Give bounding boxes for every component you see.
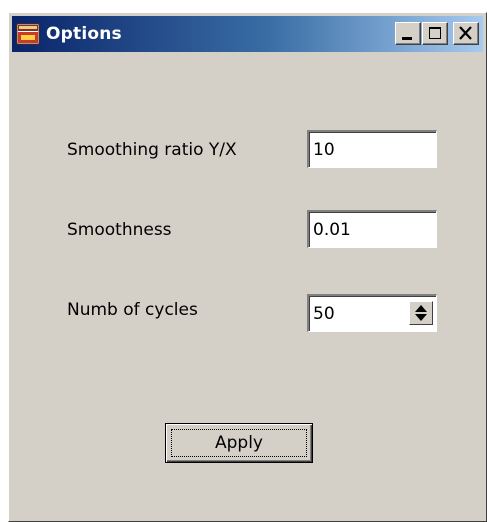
cycles-label: Numb of cycles <box>67 300 198 320</box>
options-window: Options Smoothing ratio Y/X Smoothness N… <box>8 12 487 522</box>
apply-button[interactable]: Apply <box>165 423 313 463</box>
spin-down-icon <box>415 314 427 321</box>
cycles-spinbox[interactable] <box>307 294 437 332</box>
window-title: Options <box>46 24 122 44</box>
spin-up-button[interactable] <box>410 302 432 313</box>
smoothness-field[interactable] <box>307 210 437 248</box>
close-icon <box>459 26 472 40</box>
smoothness-input[interactable] <box>313 220 428 240</box>
smoothing-ratio-input[interactable] <box>313 140 428 160</box>
title-bar[interactable]: Options <box>12 16 483 52</box>
minimize-icon <box>402 37 412 40</box>
maximize-icon <box>429 27 441 39</box>
apply-button-label: Apply <box>215 433 263 453</box>
smoothing-ratio-field[interactable] <box>307 130 437 168</box>
spin-down-button[interactable] <box>410 313 432 324</box>
smoothing-ratio-label: Smoothing ratio Y/X <box>67 140 237 160</box>
application-icon[interactable] <box>16 23 40 45</box>
maximize-button[interactable] <box>422 22 448 45</box>
close-button[interactable] <box>453 22 479 45</box>
minimize-button[interactable] <box>395 22 421 45</box>
smoothness-label: Smoothness <box>67 220 172 240</box>
spin-up-icon <box>415 305 427 312</box>
cycles-spinner[interactable] <box>409 301 433 325</box>
cycles-input[interactable] <box>313 304 397 324</box>
